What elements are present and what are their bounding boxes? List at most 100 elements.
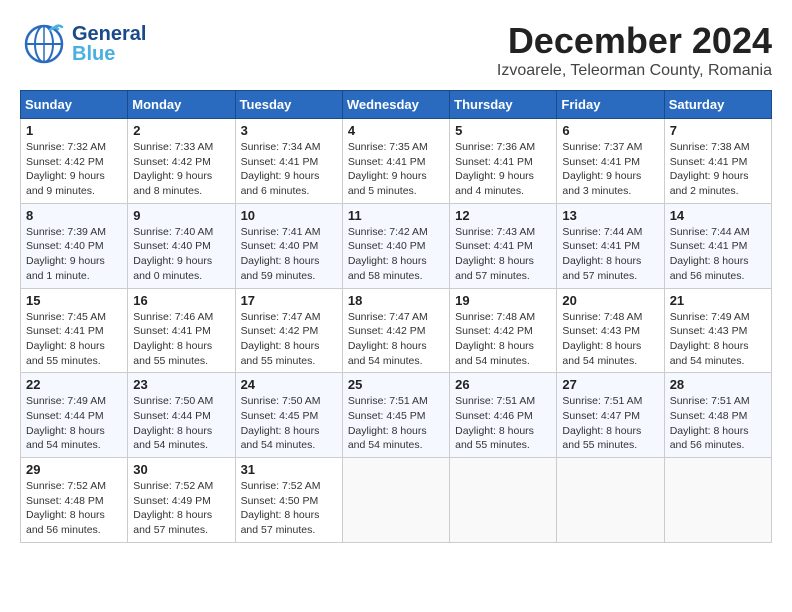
calendar-cell: 19 Sunrise: 7:48 AM Sunset: 4:42 PM Dayli… [450,288,557,373]
week-row-2: 8 Sunrise: 7:39 AM Sunset: 4:40 PM Daylig… [21,203,772,288]
day-info: Sunrise: 7:48 AM Sunset: 4:42 PM Dayligh… [455,310,551,369]
day-number: 17 [241,293,337,308]
calendar-cell: 15Sunrise: 7:45 AM Sunset: 4:41 PM Dayli… [21,288,128,373]
day-number: 16 [133,293,229,308]
day-info: Sunrise: 7:52 AM Sunset: 4:50 PM Dayligh… [241,479,337,538]
day-info: Sunrise: 7:33 AM Sunset: 4:42 PM Dayligh… [133,140,229,199]
day-number: 3 [241,123,337,138]
calendar-cell: 6 Sunrise: 7:37 AM Sunset: 4:41 PM Daylig… [557,119,664,204]
calendar-body: 1Sunrise: 7:32 AM Sunset: 4:42 PM Daylig… [21,119,772,543]
weekday-thursday: Thursday [450,91,557,119]
day-info: Sunrise: 7:39 AM Sunset: 4:40 PM Dayligh… [26,225,122,284]
day-number: 31 [241,462,337,477]
day-info: Sunrise: 7:41 AM Sunset: 4:40 PM Dayligh… [241,225,337,284]
calendar-cell: 5 Sunrise: 7:36 AM Sunset: 4:41 PM Daylig… [450,119,557,204]
day-number: 29 [26,462,122,477]
week-row-3: 15Sunrise: 7:45 AM Sunset: 4:41 PM Dayli… [21,288,772,373]
day-number: 27 [562,377,658,392]
calendar-cell: 7 Sunrise: 7:38 AM Sunset: 4:41 PM Daylig… [664,119,771,204]
weekday-wednesday: Wednesday [342,91,449,119]
logo: General Blue [20,20,146,68]
calendar-cell: 30Sunrise: 7:52 AM Sunset: 4:49 PM Dayli… [128,458,235,543]
calendar-cell: 3 Sunrise: 7:34 AM Sunset: 4:41 PM Daylig… [235,119,342,204]
calendar-cell [557,458,664,543]
day-info: Sunrise: 7:34 AM Sunset: 4:41 PM Dayligh… [241,140,337,199]
calendar-cell: 2Sunrise: 7:33 AM Sunset: 4:42 PM Daylig… [128,119,235,204]
calendar-cell: 22 Sunrise: 7:49 AM Sunset: 4:44 PM Dayli… [21,373,128,458]
calendar-cell: 28Sunrise: 7:51 AM Sunset: 4:48 PM Dayli… [664,373,771,458]
weekday-row: SundayMondayTuesdayWednesdayThursdayFrid… [21,91,772,119]
calendar-cell: 27Sunrise: 7:51 AM Sunset: 4:47 PM Dayli… [557,373,664,458]
week-row-4: 22 Sunrise: 7:49 AM Sunset: 4:44 PM Dayli… [21,373,772,458]
day-number: 4 [348,123,444,138]
weekday-sunday: Sunday [21,91,128,119]
day-number: 21 [670,293,766,308]
day-info: Sunrise: 7:43 AM Sunset: 4:41 PM Dayligh… [455,225,551,284]
day-info: Sunrise: 7:50 AM Sunset: 4:44 PM Dayligh… [133,394,229,453]
week-row-5: 29Sunrise: 7:52 AM Sunset: 4:48 PM Dayli… [21,458,772,543]
logo-general: General [72,24,146,44]
day-info: Sunrise: 7:37 AM Sunset: 4:41 PM Dayligh… [562,140,658,199]
calendar-cell: 11Sunrise: 7:42 AM Sunset: 4:40 PM Dayli… [342,203,449,288]
day-info: Sunrise: 7:49 AM Sunset: 4:44 PM Dayligh… [26,394,122,453]
day-number: 7 [670,123,766,138]
day-number: 14 [670,208,766,223]
calendar-cell: 9 Sunrise: 7:40 AM Sunset: 4:40 PM Daylig… [128,203,235,288]
calendar-cell: 4 Sunrise: 7:35 AM Sunset: 4:41 PM Daylig… [342,119,449,204]
day-number: 10 [241,208,337,223]
calendar-cell: 12 Sunrise: 7:43 AM Sunset: 4:41 PM Dayli… [450,203,557,288]
day-info: Sunrise: 7:38 AM Sunset: 4:41 PM Dayligh… [670,140,766,199]
day-number: 5 [455,123,551,138]
weekday-monday: Monday [128,91,235,119]
day-info: Sunrise: 7:40 AM Sunset: 4:40 PM Dayligh… [133,225,229,284]
calendar: SundayMondayTuesdayWednesdayThursdayFrid… [20,90,772,543]
day-info: Sunrise: 7:36 AM Sunset: 4:41 PM Dayligh… [455,140,551,199]
calendar-cell: 1Sunrise: 7:32 AM Sunset: 4:42 PM Daylig… [21,119,128,204]
day-number: 18 [348,293,444,308]
calendar-cell: 29Sunrise: 7:52 AM Sunset: 4:48 PM Dayli… [21,458,128,543]
day-info: Sunrise: 7:42 AM Sunset: 4:40 PM Dayligh… [348,225,444,284]
header: General Blue December 2024 Izvoarele, Te… [20,20,772,80]
day-number: 13 [562,208,658,223]
calendar-cell: 16Sunrise: 7:46 AM Sunset: 4:41 PM Dayli… [128,288,235,373]
weekday-friday: Friday [557,91,664,119]
calendar-cell: 31 Sunrise: 7:52 AM Sunset: 4:50 PM Dayli… [235,458,342,543]
day-number: 23 [133,377,229,392]
day-number: 6 [562,123,658,138]
day-number: 12 [455,208,551,223]
day-number: 20 [562,293,658,308]
calendar-cell [342,458,449,543]
day-info: Sunrise: 7:47 AM Sunset: 4:42 PM Dayligh… [241,310,337,369]
day-info: Sunrise: 7:32 AM Sunset: 4:42 PM Dayligh… [26,140,122,199]
week-row-1: 1Sunrise: 7:32 AM Sunset: 4:42 PM Daylig… [21,119,772,204]
calendar-cell: 21Sunrise: 7:49 AM Sunset: 4:43 PM Dayli… [664,288,771,373]
location: Izvoarele, Teleorman County, Romania [497,62,772,80]
calendar-cell: 8 Sunrise: 7:39 AM Sunset: 4:40 PM Daylig… [21,203,128,288]
day-info: Sunrise: 7:44 AM Sunset: 4:41 PM Dayligh… [562,225,658,284]
calendar-cell: 14 Sunrise: 7:44 AM Sunset: 4:41 PM Dayli… [664,203,771,288]
day-info: Sunrise: 7:35 AM Sunset: 4:41 PM Dayligh… [348,140,444,199]
calendar-cell: 13 Sunrise: 7:44 AM Sunset: 4:41 PM Dayli… [557,203,664,288]
day-number: 9 [133,208,229,223]
title-area: December 2024 Izvoarele, Teleorman Count… [497,20,772,80]
day-number: 25 [348,377,444,392]
day-number: 30 [133,462,229,477]
calendar-cell: 24Sunrise: 7:50 AM Sunset: 4:45 PM Dayli… [235,373,342,458]
day-number: 22 [26,377,122,392]
day-number: 19 [455,293,551,308]
calendar-cell: 20 Sunrise: 7:48 AM Sunset: 4:43 PM Dayli… [557,288,664,373]
month-title: December 2024 [497,20,772,62]
calendar-cell [664,458,771,543]
calendar-cell: 26Sunrise: 7:51 AM Sunset: 4:46 PM Dayli… [450,373,557,458]
day-info: Sunrise: 7:50 AM Sunset: 4:45 PM Dayligh… [241,394,337,453]
calendar-cell: 10 Sunrise: 7:41 AM Sunset: 4:40 PM Dayli… [235,203,342,288]
day-number: 26 [455,377,551,392]
day-info: Sunrise: 7:48 AM Sunset: 4:43 PM Dayligh… [562,310,658,369]
day-number: 15 [26,293,122,308]
calendar-cell: 25Sunrise: 7:51 AM Sunset: 4:45 PM Dayli… [342,373,449,458]
day-info: Sunrise: 7:44 AM Sunset: 4:41 PM Dayligh… [670,225,766,284]
day-number: 8 [26,208,122,223]
day-info: Sunrise: 7:51 AM Sunset: 4:48 PM Dayligh… [670,394,766,453]
calendar-cell: 18Sunrise: 7:47 AM Sunset: 4:42 PM Dayli… [342,288,449,373]
calendar-cell: 17 Sunrise: 7:47 AM Sunset: 4:42 PM Dayli… [235,288,342,373]
